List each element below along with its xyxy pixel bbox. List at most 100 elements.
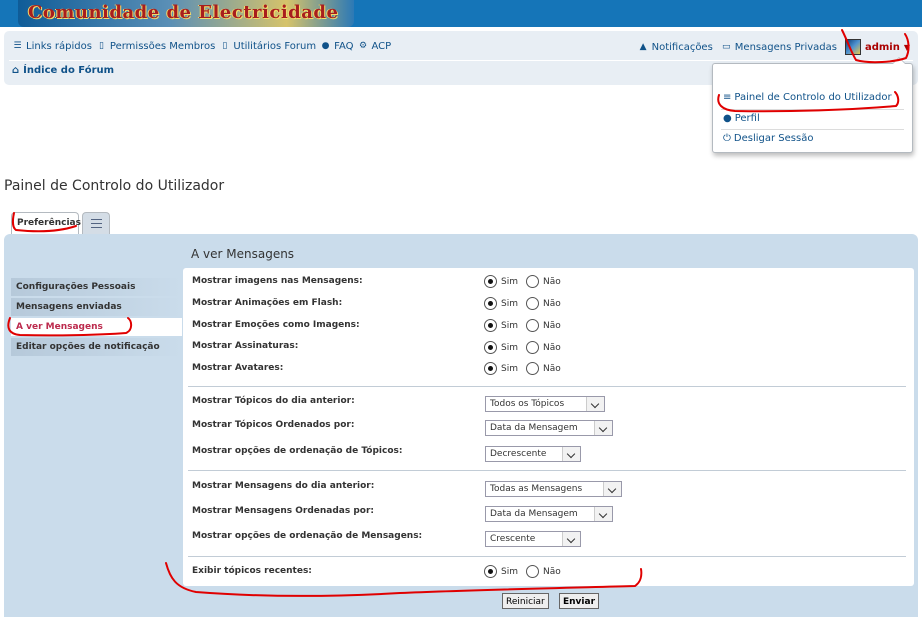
radio-show-smilies: Sim Não [484, 319, 565, 332]
topic-days-select[interactable]: Todos os Tópicos [485, 396, 605, 412]
radio-no-label: Não [542, 320, 561, 331]
radio-yes-label: Sim [501, 276, 518, 287]
acp-label: ACP [371, 40, 392, 52]
radio-no-label: Não [542, 363, 561, 374]
post-days-select[interactable]: Todas as Mensagens [485, 481, 622, 497]
post-sort-dir-select[interactable]: Crescente [485, 531, 581, 547]
private-messages-link[interactable]: ▭ Mensagens Privadas [721, 42, 837, 53]
side-item-label: Configurações Pessoais [16, 282, 136, 292]
faq-link[interactable]: ● FAQ [320, 40, 354, 52]
topic-sort-key-select[interactable]: Data da Mensagem [485, 420, 613, 436]
row-label: Mostrar opções de ordenação de Tópicos: [192, 446, 403, 456]
row-label: Mostrar Tópicos do dia anterior: [192, 396, 355, 406]
radio-yes[interactable] [484, 341, 497, 354]
private-messages-label: Mensagens Privadas [734, 41, 837, 53]
chevron-down-icon [562, 447, 580, 461]
radio-yes[interactable] [484, 297, 497, 310]
faq-label: FAQ [334, 40, 354, 52]
inbox-icon: ▭ [722, 42, 731, 52]
row-label: Exibir tópicos recentes: [192, 566, 312, 576]
power-icon: ⏻ [723, 133, 731, 144]
site-logo[interactable]: Comunidade de Electricidade [18, 0, 355, 27]
radio-yes[interactable] [484, 319, 497, 332]
radio-show-images: Sim Não [484, 275, 565, 288]
topic-sort-dir-select[interactable]: Decrescente [485, 446, 581, 462]
user-icon: ● [723, 113, 732, 124]
radio-yes[interactable] [484, 565, 497, 578]
side-item-notification-options[interactable]: Editar opções de notificação [11, 338, 182, 356]
radio-show-signatures: Sim Não [484, 341, 565, 354]
chevron-down-icon [603, 482, 621, 496]
radio-yes-label: Sim [501, 298, 518, 309]
radio-yes-label: Sim [501, 566, 518, 577]
row-label: Mostrar Animações em Flash: [192, 298, 343, 308]
radio-yes-label: Sim [501, 342, 518, 353]
quick-links-bar: ☰ Links rápidos ▯ Permissões Membros ▯ U… [12, 39, 391, 53]
tab-preferences-label: Preferências [17, 218, 81, 228]
radio-no[interactable] [525, 362, 539, 375]
radio-yes[interactable] [484, 362, 497, 375]
radio-no[interactable] [525, 297, 539, 310]
notifications-label: Notificações [651, 41, 713, 53]
menu-separator [721, 129, 904, 130]
side-item-label: Editar opções de notificação [16, 342, 160, 352]
navbar-divider [9, 60, 913, 61]
avatar [844, 39, 861, 55]
chevron-down-icon [594, 507, 612, 521]
select-value: Decrescente [490, 449, 547, 459]
row-label: Mostrar Mensagens do dia anterior: [192, 481, 375, 491]
side-item-personal-settings[interactable]: Configurações Pessoais [11, 278, 182, 296]
row-label: Mostrar imagens nas Mensagens: [192, 276, 363, 286]
menu-item-profile[interactable]: ● Perfil [723, 113, 760, 124]
quick-links-menu[interactable]: ☰ Links rápidos [12, 41, 91, 52]
menu-item-ucp-label: Painel de Controlo do Utilizador [734, 92, 892, 103]
bars-icon: ☰ [13, 41, 22, 51]
menu-item-profile-label: Perfil [734, 113, 760, 124]
side-item-sent-messages[interactable]: Mensagens enviadas [11, 298, 182, 316]
notifications-link[interactable]: ▲ Notificações [638, 42, 713, 53]
user-dropdown-menu: ≡ Painel de Controlo do Utilizador ● Per… [712, 57, 913, 153]
chevron-down-icon [562, 532, 580, 546]
radio-show-avatars: Sim Não [484, 362, 565, 375]
reset-button[interactable]: Reiniciar [502, 593, 549, 609]
select-value: Data da Mensagem [490, 509, 578, 519]
side-item-view-posts[interactable]: A ver Mensagens [11, 318, 182, 336]
home-icon: ⌂ [12, 65, 20, 76]
page-title: Painel de Controlo do Utilizador [4, 178, 225, 194]
menu-item-logout[interactable]: ⏻ Desligar Sessão [723, 133, 813, 144]
caret-down-icon: ▼ [903, 42, 910, 52]
select-value: Todos os Tópicos [490, 399, 565, 409]
radio-no[interactable] [525, 341, 539, 354]
select-value: Data da Mensagem [490, 423, 578, 433]
user-menu-toggle[interactable]: admin ▼ [844, 39, 910, 55]
file-icon: ▯ [98, 41, 104, 51]
fieldset-divider [188, 386, 906, 387]
tab-preferences[interactable]: Preferências [11, 212, 81, 234]
radio-no[interactable] [525, 565, 539, 578]
breadcrumb[interactable]: ⌂ Índice do Fórum [12, 65, 114, 76]
dropdown-pointer [892, 57, 906, 64]
radio-no-label: Não [542, 298, 561, 309]
menu-item-ucp[interactable]: ≡ Painel de Controlo do Utilizador [723, 92, 892, 103]
breadcrumb-index: Índice do Fórum [23, 65, 115, 76]
chevron-down-icon [594, 421, 612, 435]
side-item-label: Mensagens enviadas [16, 302, 122, 312]
radio-no[interactable] [525, 275, 539, 288]
user-nav: ▲ Notificações ▭ Mensagens Privadas admi… [638, 39, 910, 55]
row-label: Mostrar Avatares: [192, 363, 284, 373]
radio-no-label: Não [542, 276, 561, 287]
username: admin [864, 41, 900, 53]
tab-more-menu[interactable] [82, 212, 110, 234]
member-permissions-link[interactable]: ▯ Permissões Membros [96, 41, 215, 52]
forum-utilities-link[interactable]: ▯ Utilitários Forum [219, 41, 316, 52]
bell-icon: ▲ [639, 42, 647, 52]
radio-yes-label: Sim [501, 320, 518, 331]
row-label: Mostrar Tópicos Ordenados por: [192, 420, 355, 430]
radio-show-flash: Sim Não [484, 297, 565, 310]
radio-yes[interactable] [484, 275, 497, 288]
radio-no[interactable] [525, 319, 539, 332]
logo-text: Comunidade de Electricidade [28, 2, 339, 23]
post-sort-key-select[interactable]: Data da Mensagem [485, 506, 613, 522]
submit-button[interactable]: Enviar [559, 593, 600, 609]
acp-link[interactable]: ⚙ ACP [357, 41, 391, 52]
